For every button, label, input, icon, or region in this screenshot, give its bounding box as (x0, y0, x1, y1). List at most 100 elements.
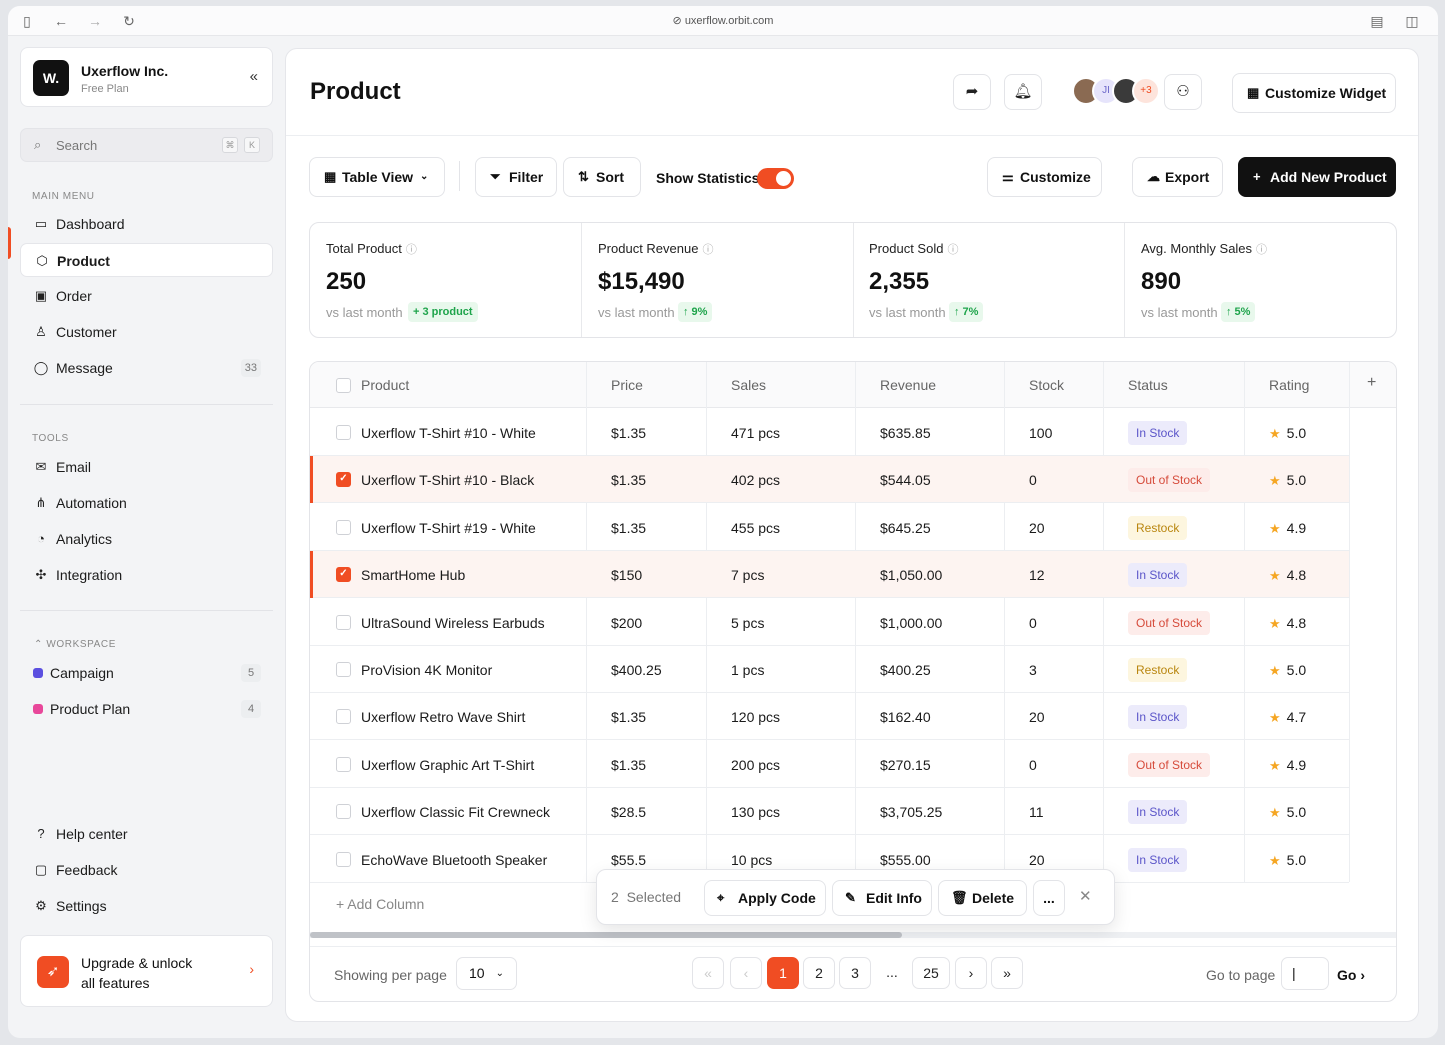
column-header-status[interactable]: Status (1128, 377, 1168, 393)
table-row[interactable]: Uxerflow Graphic Art T-Shirt $1.35 200 pcs… (310, 741, 1349, 788)
row-checkbox[interactable] (336, 425, 351, 440)
info-icon[interactable]: ⓘ (947, 244, 958, 256)
table-row[interactable]: ProVision 4K Monitor $400.25 1 pcs $400.25 3… (310, 646, 1349, 693)
page-button-1[interactable]: 1 (767, 957, 799, 989)
sidebar-item-integration[interactable]: ✣ Integration (20, 558, 273, 592)
button-label: Sort (596, 169, 624, 185)
tab-overview-icon[interactable]: ▤ (1368, 12, 1386, 30)
sidebar-item-product[interactable]: ⬡ Product (20, 243, 273, 277)
workspace-switcher[interactable]: W. Uxerflow Inc. Free Plan « (20, 47, 273, 107)
plus-icon: + (336, 896, 348, 912)
sidebar-item-campaign[interactable]: Campaign 5 (20, 656, 273, 690)
close-icon[interactable]: ✕ (1079, 887, 1092, 905)
sidebar-item-order[interactable]: ▣ Order (20, 279, 273, 313)
info-icon[interactable]: ⓘ (1256, 244, 1267, 256)
sidebar-item-dashboard[interactable]: ▭ Dashboard (20, 207, 273, 241)
chevron-down-icon: ⌄ (495, 968, 504, 979)
sidebar-item-help-center[interactable]: ? Help center (20, 817, 273, 851)
scrollbar-thumb[interactable] (310, 932, 902, 938)
info-icon[interactable]: ⓘ (702, 244, 713, 256)
table-row[interactable]: Uxerflow T-Shirt #19 - White $1.35 455 pcs… (310, 504, 1349, 551)
sidebar-item-analytics[interactable]: ◔ Analytics (20, 522, 273, 556)
delete-button[interactable]: 🗑︎ Delete (938, 880, 1027, 916)
column-header-sales[interactable]: Sales (731, 377, 766, 393)
sort-button[interactable]: ⇅ Sort (563, 157, 641, 197)
table-row[interactable]: ✓ Uxerflow T-Shirt #10 - Black $1.35 402 pc… (310, 456, 1349, 504)
previous-page-button[interactable]: ‹ (730, 957, 762, 989)
add-column-plus-icon[interactable]: + (1367, 374, 1376, 392)
search-input[interactable]: ⌕ Search ⌘ K (20, 128, 273, 162)
sidebar-item-message[interactable]: ◯ Message 33 (20, 351, 273, 385)
column-header-product[interactable]: Product (361, 377, 409, 393)
address-bar[interactable]: ⊘ uxerflow.orbit.com (8, 14, 1438, 27)
info-icon[interactable]: ⓘ (406, 244, 417, 256)
apply-code-button[interactable]: ⌖ Apply Code (704, 880, 826, 916)
button-label: Add New Product (1270, 169, 1387, 185)
table-row[interactable]: Uxerflow T-Shirt #10 - White $1.35 471 pcs… (310, 409, 1349, 456)
page-button-3[interactable]: 3 (839, 957, 871, 989)
table-row[interactable]: Uxerflow Classic Fit Crewneck $28.5 130 pc… (310, 788, 1349, 836)
cell-stock: 0 (1029, 756, 1037, 773)
notifications-button[interactable]: 🔔︎ (1004, 74, 1042, 110)
row-checkbox[interactable] (336, 851, 351, 867)
table-row[interactable]: UltraSound Wireless Earbuds $200 5 pcs $1,0… (310, 599, 1349, 646)
sidebar-item-email[interactable]: ✉ Email (20, 450, 273, 484)
sidebar-item-product-plan[interactable]: Product Plan 4 (20, 692, 273, 726)
select-all-checkbox[interactable] (336, 378, 351, 393)
row-checkbox[interactable]: ✓ (336, 567, 351, 583)
show-statistics-toggle[interactable] (757, 168, 794, 189)
add-column-button[interactable]: + Add Column (336, 896, 424, 912)
share-button[interactable]: ➦ (953, 74, 991, 110)
sidebar-item-settings[interactable]: ⚙ Settings (20, 889, 273, 923)
cell-price: $1.35 (611, 472, 647, 489)
add-new-product-button[interactable]: + Add New Product (1238, 157, 1396, 197)
sidebar-item-customer[interactable]: ♙ Customer (20, 315, 273, 349)
row-checkbox[interactable] (336, 804, 351, 820)
invite-user-button[interactable]: ⚇ (1164, 74, 1202, 110)
table-icon: ▦ (324, 169, 337, 184)
row-checkbox[interactable] (336, 709, 351, 725)
go-button[interactable]: Go › (1337, 967, 1365, 983)
next-page-button[interactable]: › (955, 957, 987, 989)
status-badge: Restock (1128, 658, 1188, 682)
go-to-page-input[interactable]: | (1281, 957, 1329, 990)
row-checkbox[interactable] (336, 614, 351, 630)
sidebar-item-feedback[interactable]: ▢ Feedback (20, 853, 273, 887)
collapse-sidebar-icon[interactable]: « (250, 68, 258, 85)
filter-button[interactable]: ⏷ Filter (475, 157, 557, 197)
export-button[interactable]: ☁ Export (1132, 157, 1223, 197)
page-button-25[interactable]: 25 (912, 957, 950, 989)
star-icon: ★ (1269, 852, 1281, 868)
cell-rating: ★ 5.0 (1269, 472, 1306, 489)
table-view-dropdown[interactable]: ▦ Table View ⌄ (309, 157, 445, 197)
bell-icon: 🔔︎ (1013, 83, 1033, 100)
chevron-right-icon: › (968, 965, 974, 981)
page-button-2[interactable]: 2 (803, 957, 835, 989)
workspace-label[interactable]: ⌃ WORKSPACE (34, 639, 116, 650)
sidebar-item-automation[interactable]: ⋔ Automation (20, 486, 273, 520)
horizontal-scrollbar[interactable] (310, 932, 1396, 938)
row-checkbox[interactable] (336, 662, 351, 677)
upgrade-card[interactable]: ➶ Upgrade & unlock all features › (20, 935, 273, 1007)
avatar-more-badge[interactable]: +3 (1132, 77, 1160, 105)
table-row[interactable]: ✓ SmartHome Hub $150 7 pcs $1,050.00 12 In Sto… (310, 551, 1349, 599)
column-header-rating[interactable]: Rating (1269, 377, 1309, 393)
column-header-price[interactable]: Price (611, 377, 643, 393)
split-view-icon[interactable]: ◫ (1403, 12, 1421, 30)
sidebar-item-label: Customer (56, 324, 117, 340)
cell-revenue: $3,705.25 (880, 804, 943, 821)
first-page-button[interactable]: « (692, 957, 724, 989)
column-header-revenue[interactable]: Revenue (880, 377, 936, 393)
more-options-button[interactable]: ... (1033, 880, 1065, 916)
customize-button[interactable]: ⚌ Customize (987, 157, 1102, 197)
cloud-upload-icon: ☁ (1147, 169, 1160, 184)
edit-info-button[interactable]: ✎ Edit Info (832, 880, 932, 916)
customize-widget-button[interactable]: ▦ Customize Widget (1232, 73, 1396, 113)
row-checkbox[interactable] (336, 519, 351, 535)
row-checkbox[interactable]: ✓ (336, 472, 351, 488)
column-header-stock[interactable]: Stock (1029, 377, 1064, 393)
per-page-select[interactable]: 10 ⌄ (456, 957, 517, 990)
table-row[interactable]: Uxerflow Retro Wave Shirt $1.35 120 pcs $16… (310, 693, 1349, 741)
last-page-button[interactable]: » (991, 957, 1023, 989)
row-checkbox[interactable] (336, 756, 351, 772)
